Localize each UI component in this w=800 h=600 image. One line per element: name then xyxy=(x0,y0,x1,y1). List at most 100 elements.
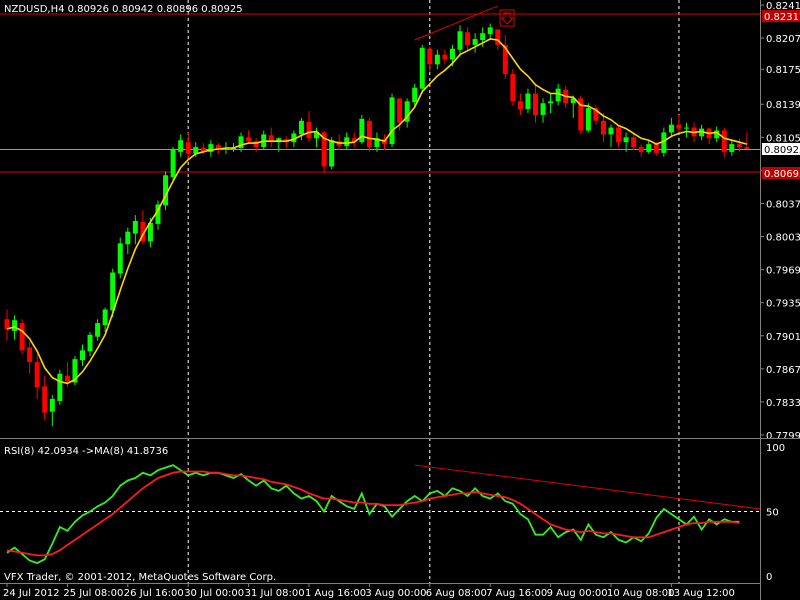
time-axis-label: 31 Jul 08:00 xyxy=(245,588,305,599)
bear-candle xyxy=(306,121,312,139)
bull-candle xyxy=(449,48,455,60)
copyright-text: VFX Trader, © 2001-2012, MetaQuotes Soft… xyxy=(4,572,276,583)
upper-level-tag: 0.82317 xyxy=(762,10,800,23)
bull-candle xyxy=(95,323,101,337)
price-axis-label: 0.78330 xyxy=(766,398,800,409)
bull-candle xyxy=(163,175,169,206)
bull-candle xyxy=(480,33,486,41)
bull-candle xyxy=(170,149,176,178)
bull-candle xyxy=(359,118,365,143)
bear-candle xyxy=(721,130,727,152)
svg-text:0.80925: 0.80925 xyxy=(764,145,800,156)
bear-candle xyxy=(638,147,644,152)
svg-text:0.80693: 0.80693 xyxy=(764,169,800,180)
time-axis: 24 Jul 2012 25 Jul 08:00 26 Jul 16:00 30 Ju… xyxy=(3,583,735,599)
time-axis-label: 25 Jul 08:00 xyxy=(63,588,123,599)
price-axis-label: 0.77990 xyxy=(766,431,800,442)
bull-candle xyxy=(434,54,440,65)
time-axis-label: 26 Jul 16:00 xyxy=(124,588,184,599)
time-axis-label: 10 Aug 08:00 xyxy=(607,588,674,599)
rsi-trendline[interactable] xyxy=(414,464,761,510)
time-axis-label: 24 Jul 2012 xyxy=(3,588,60,599)
bull-candle xyxy=(472,39,478,45)
svg-text:0.82317: 0.82317 xyxy=(764,12,800,23)
bear-candle xyxy=(465,32,471,45)
lower-level-tag: 0.80693 xyxy=(762,167,800,180)
bull-candle xyxy=(623,137,629,143)
rsi-axis: 100 50 0 xyxy=(766,443,785,583)
bull-candle xyxy=(646,144,652,152)
bull-candle xyxy=(487,27,493,35)
bull-candle xyxy=(525,93,531,110)
bull-candle xyxy=(110,272,116,311)
trading-chart-window[interactable]: NZDUSD,H4 0.80926 0.80942 0.80896 0.8092… xyxy=(0,0,800,600)
bear-candle xyxy=(616,127,622,143)
bull-candle xyxy=(457,31,463,50)
time-axis-label: 7 Aug 16:00 xyxy=(486,588,547,599)
bull-candle xyxy=(57,373,63,401)
symbol-header: NZDUSD,H4 0.80926 0.80942 0.80896 0.8092… xyxy=(4,4,243,15)
bear-candle xyxy=(42,386,48,413)
bull-candle xyxy=(729,144,735,152)
bear-candle xyxy=(631,137,637,148)
rsi-ma-line xyxy=(6,470,740,557)
bear-candle xyxy=(517,101,523,110)
bull-candle xyxy=(344,137,350,147)
price-axis-label: 0.78670 xyxy=(766,365,800,376)
bull-candle xyxy=(87,334,93,352)
rsi-axis-label: 100 xyxy=(766,443,785,454)
bear-candle xyxy=(19,323,25,351)
bear-candle xyxy=(653,144,659,153)
bull-candle xyxy=(608,127,614,135)
bear-candle xyxy=(27,347,33,363)
price-axis-label: 0.81390 xyxy=(766,100,800,111)
bear-candle xyxy=(427,48,433,65)
bear-candle xyxy=(185,142,191,154)
bear-candle xyxy=(397,98,403,123)
bull-candle xyxy=(389,97,395,145)
bull-candle xyxy=(49,399,55,412)
bull-candle xyxy=(585,108,591,131)
time-axis-label: 13 Aug 12:00 xyxy=(667,588,734,599)
price-axis-label: 0.81050 xyxy=(766,133,800,144)
bull-candle xyxy=(132,220,138,234)
bear-candle xyxy=(366,120,372,148)
time-axis-label: 30 Jul 00:00 xyxy=(184,588,244,599)
bear-candle xyxy=(676,124,682,129)
price-axis-label: 0.79690 xyxy=(766,266,800,277)
bull-candle xyxy=(419,47,425,89)
bear-candle xyxy=(600,120,606,135)
bear-candle xyxy=(442,54,448,60)
bear-candle xyxy=(510,74,516,102)
bull-candle xyxy=(80,350,85,361)
bear-candle xyxy=(64,375,70,382)
bull-candle xyxy=(329,140,335,167)
bear-candle xyxy=(246,137,252,142)
bear-candle xyxy=(533,93,538,115)
price-axis-label: 0.80370 xyxy=(766,199,800,210)
bull-candle xyxy=(412,87,418,103)
bull-candle xyxy=(12,320,18,331)
bull-candle xyxy=(125,231,131,245)
time-axis-label: 9 Aug 00:00 xyxy=(547,588,608,599)
price-axis-label: 0.79350 xyxy=(766,299,800,310)
current-price-tag: 0.80925 xyxy=(762,143,800,156)
time-axis-label: 1 Aug 16:00 xyxy=(305,588,366,599)
bull-candle xyxy=(117,243,123,274)
bull-candle xyxy=(548,101,554,104)
price-panel[interactable] xyxy=(0,0,760,438)
price-axis-label: 0.82070 xyxy=(766,34,800,45)
time-axis-label: 3 Aug 00:00 xyxy=(365,588,426,599)
rsi-line xyxy=(6,464,740,565)
bull-candle xyxy=(178,140,184,152)
bear-candle xyxy=(736,144,742,148)
bear-candle xyxy=(744,147,750,149)
price-axis-label: 0.81750 xyxy=(766,65,800,76)
rsi-axis-label: 50 xyxy=(766,508,779,519)
bull-candle xyxy=(298,120,304,135)
bear-candle xyxy=(34,362,40,388)
price-axis-label: 0.80030 xyxy=(766,233,800,244)
bull-candle xyxy=(668,124,674,133)
bull-candle xyxy=(540,103,546,115)
price-axis-label: 0.79010 xyxy=(766,332,800,343)
